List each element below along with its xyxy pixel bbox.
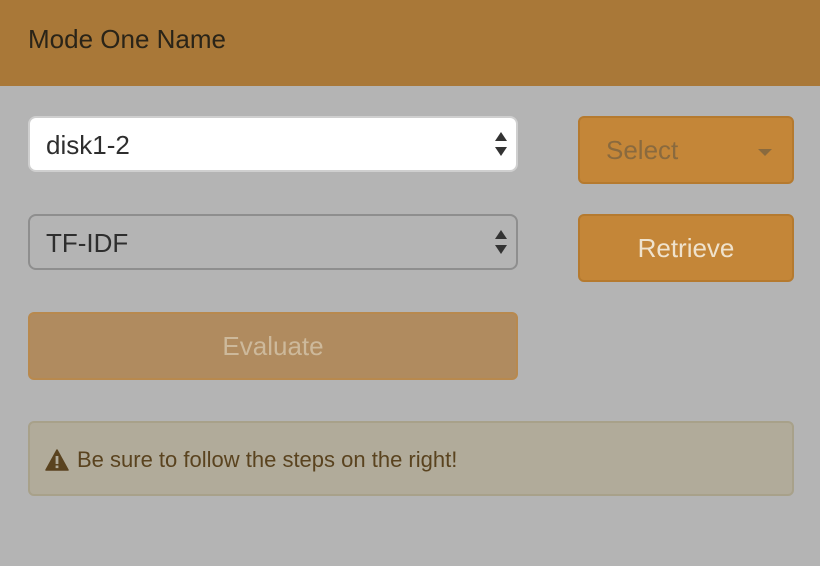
select-button-label: Select: [606, 135, 679, 165]
warning-triangle-icon: [45, 449, 69, 471]
alert-message: Be sure to follow the steps on the right…: [77, 447, 458, 472]
dataset-select-value: disk1-2: [46, 130, 130, 160]
select-arrows-icon: [495, 132, 507, 156]
warning-alert: Be sure to follow the steps on the right…: [28, 421, 794, 496]
retrieve-button[interactable]: Retrieve: [578, 214, 794, 282]
select-arrows-icon: [495, 230, 507, 254]
mode-panel: Mode One Name disk1-2 Select TF-IDF Retr…: [0, 0, 820, 566]
panel-title: Mode One Name: [28, 24, 226, 54]
dataset-select[interactable]: disk1-2: [28, 116, 518, 172]
model-select-value: TF-IDF: [46, 228, 129, 258]
select-dropdown-button[interactable]: Select: [578, 116, 794, 184]
caret-down-icon: [758, 149, 772, 156]
evaluate-button[interactable]: Evaluate: [28, 312, 518, 380]
model-select[interactable]: TF-IDF: [28, 214, 518, 270]
panel-header: Mode One Name: [0, 0, 820, 86]
